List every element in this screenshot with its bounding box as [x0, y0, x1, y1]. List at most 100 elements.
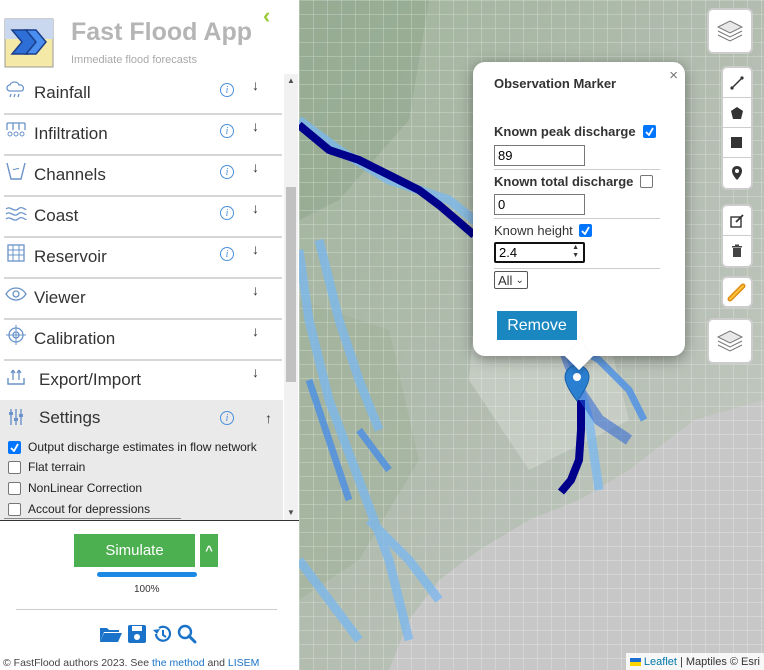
history-icon[interactable]: [151, 624, 173, 644]
edit-icon[interactable]: [722, 206, 752, 236]
marker-icon[interactable]: [722, 158, 752, 188]
info-icon[interactable]: i: [220, 83, 234, 97]
chevron-left-icon[interactable]: ‹: [263, 3, 270, 29]
checkbox[interactable]: [8, 502, 21, 516]
flag-icon: [629, 657, 641, 666]
scrollbar-thumb[interactable]: [286, 187, 296, 382]
known-height-row: Known height: [494, 223, 665, 238]
trash-icon[interactable]: [722, 236, 752, 266]
expand-arrow-icon[interactable]: ↓: [252, 77, 259, 93]
expand-arrow-icon[interactable]: ↓: [252, 323, 259, 339]
peak-discharge-input[interactable]: [494, 145, 585, 166]
lisem-link[interactable]: LISEM: [228, 657, 260, 669]
method-link[interactable]: the method: [152, 657, 205, 669]
sidebar-item-viewer[interactable]: Viewer ↓: [4, 279, 282, 320]
pen-icon[interactable]: [723, 278, 751, 306]
sliders-icon: [9, 409, 23, 425]
total-discharge-checkbox[interactable]: [640, 175, 654, 188]
select-dropdown[interactable]: All ⌄: [494, 271, 528, 289]
remove-button[interactable]: Remove: [497, 311, 577, 340]
total-discharge-input[interactable]: [494, 194, 585, 215]
option-depressions[interactable]: Accout for depressions: [8, 502, 150, 516]
map-attribution: Leaflet | Maptiles © Esri: [625, 653, 764, 670]
scroll-up-icon[interactable]: ▲: [287, 76, 295, 85]
rain-cloud-icon: [6, 81, 25, 98]
sidebar-item-label: Calibration: [34, 329, 116, 348]
layers-control[interactable]: [707, 8, 753, 54]
sidebar-item-settings[interactable]: Settings i ↑: [4, 406, 282, 436]
footer: © FastFlood authors 2023. See the method…: [3, 657, 259, 669]
total-discharge-label: Known total discharge: [494, 174, 634, 189]
expand-arrow-icon[interactable]: ↓: [252, 241, 259, 257]
simulate-toggle-button[interactable]: ^: [200, 534, 218, 567]
layers-icon[interactable]: [709, 320, 751, 362]
folder-open-icon[interactable]: [99, 624, 123, 644]
info-icon[interactable]: i: [220, 411, 234, 425]
expand-arrow-icon[interactable]: ↓: [252, 282, 259, 298]
app-title: Fast Flood App: [71, 18, 252, 46]
sidebar-item-label: Channels: [34, 165, 106, 184]
footer-text: and: [204, 657, 228, 669]
sidebar-item-label: Viewer: [34, 288, 86, 307]
sidebar-item-label: Coast: [34, 206, 79, 225]
divider: [494, 268, 660, 269]
simulate-button[interactable]: Simulate: [74, 534, 195, 567]
sidebar-item-reservoir[interactable]: Reservoir i ↓: [4, 238, 282, 279]
divider: [494, 169, 660, 170]
leaflet-link[interactable]: Leaflet: [644, 656, 677, 668]
known-height-checkbox[interactable]: [578, 224, 592, 237]
sidebar-item-coast[interactable]: Coast i ↓: [4, 197, 282, 238]
pen-control[interactable]: [721, 276, 753, 308]
total-discharge-row: Known total discharge: [494, 174, 665, 189]
target-icon: [6, 325, 26, 345]
basemap-control[interactable]: [707, 318, 753, 364]
expand-arrow-icon[interactable]: ↓: [252, 200, 259, 216]
layers-icon[interactable]: [709, 10, 751, 52]
eye-icon: [5, 287, 27, 301]
sidebar-item-infiltration[interactable]: Infiltration i ↓: [4, 115, 282, 156]
option-flat-terrain[interactable]: Flat terrain: [8, 460, 85, 474]
spinner-icon[interactable]: ▲ ▼: [572, 244, 579, 260]
draw-toolbar: [721, 66, 753, 190]
search-icon[interactable]: [177, 624, 197, 644]
attribution-text: | Maptiles © Esri: [679, 655, 760, 668]
checkbox[interactable]: [8, 460, 21, 474]
expand-arrow-icon[interactable]: ↓: [252, 118, 259, 134]
known-height-label: Known height: [494, 223, 573, 238]
peak-discharge-checkbox[interactable]: [642, 125, 656, 138]
collapse-arrow-icon[interactable]: ↑: [265, 410, 272, 426]
close-icon[interactable]: ×: [669, 67, 678, 84]
observation-marker-popup: × Observation Marker Known peak discharg…: [473, 62, 685, 371]
rectangle-icon[interactable]: [722, 128, 752, 158]
option-output-discharge[interactable]: Output discharge estimates in flow netwo…: [8, 440, 257, 454]
sidebar-item-rainfall[interactable]: Rainfall i ↓: [4, 74, 282, 115]
menu-scrollbar[interactable]: ▲ ▼: [284, 74, 298, 520]
expand-arrow-icon[interactable]: ↓: [252, 364, 259, 380]
sidebar-item-channels[interactable]: Channels i ↓: [4, 156, 282, 197]
option-label: Accout for depressions: [28, 502, 151, 516]
info-icon[interactable]: i: [220, 165, 234, 179]
checkbox[interactable]: [8, 481, 21, 495]
peak-discharge-row: Known peak discharge: [494, 124, 665, 139]
info-icon[interactable]: i: [220, 247, 234, 261]
expand-arrow-icon[interactable]: ↓: [252, 159, 259, 175]
polyline-icon[interactable]: [722, 68, 752, 98]
settings-label: Settings: [39, 408, 101, 427]
info-icon[interactable]: i: [220, 206, 234, 220]
sidebar-item-export-import[interactable]: Export/Import ↓: [4, 361, 282, 402]
waves-icon: [5, 206, 27, 221]
sidebar-item-label: Infiltration: [34, 124, 108, 143]
option-label: NonLinear Correction: [28, 481, 143, 495]
scroll-down-icon[interactable]: ▼: [287, 508, 295, 517]
checkbox[interactable]: [8, 440, 21, 454]
polygon-icon[interactable]: [722, 98, 752, 128]
app-subtitle: Immediate flood forecasts: [71, 54, 197, 66]
option-nonlinear-correction[interactable]: NonLinear Correction: [8, 481, 142, 495]
sidebar-item-calibration[interactable]: Calibration ↓: [4, 320, 282, 361]
info-icon[interactable]: i: [220, 124, 234, 138]
save-icon[interactable]: [127, 624, 147, 644]
option-label: Output discharge estimates in flow netwo…: [28, 440, 257, 454]
sidebar-item-label: Rainfall: [34, 83, 91, 102]
progress-bar: [97, 572, 197, 577]
footer-text: © FastFlood authors 2023. See: [3, 657, 152, 669]
